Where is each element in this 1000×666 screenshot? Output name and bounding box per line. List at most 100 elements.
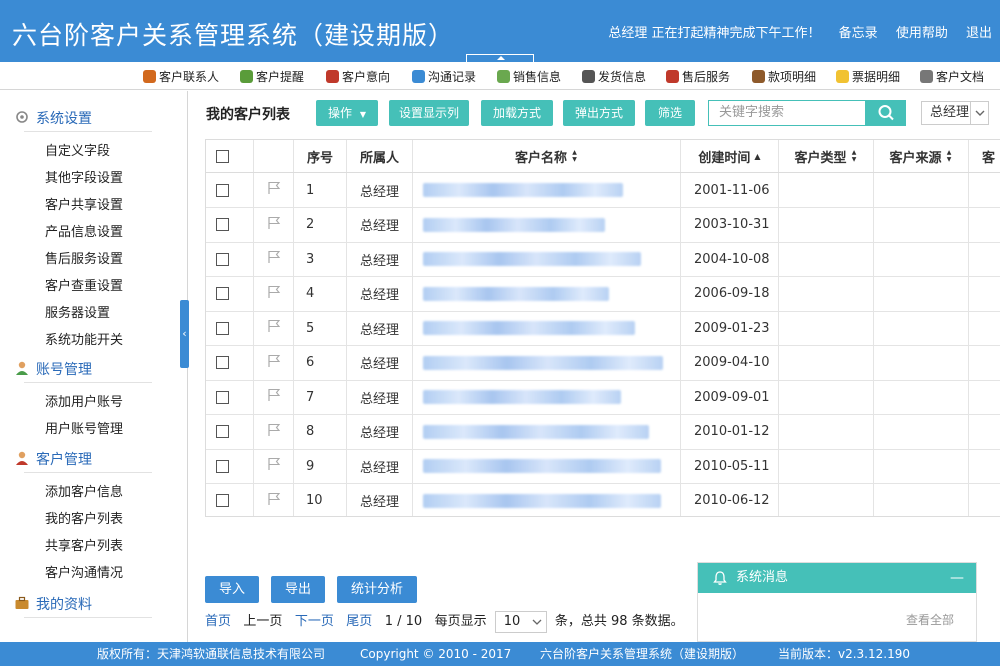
- table-row[interactable]: 10 总经理 2010-06-12: [206, 483, 1000, 516]
- popup-mode-button[interactable]: 弹出方式: [563, 100, 635, 126]
- toolbar-item-9[interactable]: 票据明细: [836, 68, 900, 85]
- per-page-select[interactable]: 10: [494, 610, 547, 633]
- row-checkbox[interactable]: [216, 321, 229, 335]
- sidebar-item[interactable]: 产品信息设置: [45, 221, 123, 240]
- sidebar-group-3[interactable]: 客户管理: [16, 449, 92, 469]
- column-header[interactable]: 所属人: [347, 140, 413, 172]
- customer-name-cell[interactable]: [413, 311, 681, 345]
- last-page-link[interactable]: 尾页: [346, 614, 372, 629]
- flag-icon[interactable]: [266, 181, 282, 199]
- customer-name-cell[interactable]: [413, 242, 681, 276]
- toolbar-item-4[interactable]: 沟通记录: [412, 68, 476, 85]
- collapse-header-toggle[interactable]: [466, 54, 534, 62]
- row-checkbox[interactable]: [216, 183, 229, 197]
- sidebar-item[interactable]: 自定义字段: [45, 140, 110, 159]
- toolbar-item-1[interactable]: 客户联系人: [143, 68, 219, 85]
- sidebar-item[interactable]: 售后服务设置: [45, 248, 123, 267]
- minimize-icon[interactable]: —: [950, 563, 964, 593]
- stats-button[interactable]: 统计分析: [337, 576, 417, 603]
- memo-link[interactable]: 备忘录: [839, 26, 878, 41]
- sidebar-group-1[interactable]: 系统设置: [16, 108, 92, 128]
- flag-icon[interactable]: [266, 319, 282, 337]
- flag-icon[interactable]: [266, 354, 282, 372]
- table-row[interactable]: 3 总经理 2004-10-08: [206, 242, 1000, 277]
- customer-name-cell[interactable]: [413, 414, 681, 449]
- filter-button[interactable]: 筛选: [645, 100, 695, 126]
- toolbar-item-6[interactable]: 发货信息: [582, 68, 646, 85]
- toolbar-item-7[interactable]: 售后服务: [666, 68, 730, 85]
- flag-icon[interactable]: [266, 250, 282, 268]
- table-row[interactable]: 7 总经理 2009-09-01: [206, 380, 1000, 415]
- column-header[interactable]: 客户来源 ▲▼: [874, 140, 969, 172]
- import-button[interactable]: 导入: [205, 576, 259, 603]
- customer-name-cell[interactable]: [413, 483, 681, 516]
- sidebar-item[interactable]: 客户查重设置: [45, 275, 123, 294]
- sidebar-item[interactable]: 客户共享设置: [45, 194, 123, 213]
- row-checkbox[interactable]: [216, 425, 229, 438]
- search-button[interactable]: [866, 100, 906, 126]
- customer-name-cell[interactable]: [413, 276, 681, 311]
- prev-page-link[interactable]: 上一页: [243, 614, 282, 629]
- row-checkbox[interactable]: [216, 356, 229, 369]
- toolbar-item-8[interactable]: 款项明细: [752, 68, 816, 85]
- flag-icon[interactable]: [266, 285, 282, 303]
- sidebar-item[interactable]: 服务器设置: [45, 302, 110, 321]
- display-columns-button[interactable]: 设置显示列: [389, 100, 469, 126]
- sidebar-item[interactable]: 我的客户列表: [45, 508, 123, 527]
- sidebar-group-4[interactable]: 我的资料: [15, 594, 92, 614]
- help-link[interactable]: 使用帮助: [896, 26, 948, 41]
- flag-icon[interactable]: [266, 216, 282, 234]
- toolbar-item-2[interactable]: 客户提醒: [240, 68, 304, 85]
- customer-name-cell[interactable]: [413, 207, 681, 242]
- sidebar-item[interactable]: 用户账号管理: [45, 418, 123, 437]
- table-row[interactable]: 4 总经理 2006-09-18: [206, 276, 1000, 312]
- select-all-checkbox[interactable]: [216, 149, 229, 163]
- sidebar-collapse-handle[interactable]: ‹: [180, 300, 189, 368]
- customer-name-cell[interactable]: [413, 449, 681, 483]
- table-row[interactable]: 2 总经理 2003-10-31: [206, 207, 1000, 243]
- customer-name-cell[interactable]: [413, 345, 681, 380]
- toolbar-item-10[interactable]: 客户文档: [920, 68, 984, 85]
- table-row[interactable]: 5 总经理 2009-01-23: [206, 311, 1000, 346]
- redacted-customer-name: [423, 286, 609, 301]
- operate-button[interactable]: 操作 ▼: [316, 100, 378, 126]
- customer-name-cell[interactable]: [413, 173, 681, 207]
- row-checkbox[interactable]: [216, 287, 229, 300]
- first-page-link[interactable]: 首页: [205, 614, 231, 629]
- row-checkbox[interactable]: [216, 218, 229, 231]
- table-row[interactable]: 8 总经理 2010-01-12: [206, 414, 1000, 450]
- column-header[interactable]: 序号: [294, 140, 347, 172]
- sidebar-item[interactable]: 系统功能开关: [45, 329, 123, 348]
- column-header[interactable]: 客: [969, 140, 1000, 172]
- column-header[interactable]: 客户名称 ▲▼: [413, 140, 681, 172]
- row-checkbox[interactable]: [216, 459, 229, 473]
- row-checkbox[interactable]: [216, 252, 229, 266]
- search-input[interactable]: 关键字搜索: [708, 100, 866, 126]
- column-header[interactable]: 客户类型 ▲▼: [779, 140, 874, 172]
- flag-icon[interactable]: [266, 457, 282, 475]
- flag-icon[interactable]: [266, 423, 282, 441]
- logout-link[interactable]: 退出: [966, 26, 992, 41]
- column-header[interactable]: 创建时间 ▲: [681, 140, 779, 172]
- sidebar-item[interactable]: 客户沟通情况: [45, 562, 123, 581]
- next-page-link[interactable]: 下一页: [295, 614, 334, 629]
- sidebar-item[interactable]: 共享客户列表: [45, 535, 123, 554]
- row-checkbox[interactable]: [216, 390, 229, 404]
- sidebar-group-2[interactable]: 账号管理: [16, 359, 92, 379]
- table-row[interactable]: 9 总经理 2010-05-11: [206, 449, 1000, 484]
- load-mode-button[interactable]: 加载方式: [481, 100, 553, 126]
- toolbar-item-5[interactable]: 销售信息: [497, 68, 561, 85]
- table-row[interactable]: 6 总经理 2009-04-10: [206, 345, 1000, 381]
- sidebar-item[interactable]: 其他字段设置: [45, 167, 123, 186]
- table-row[interactable]: 1 总经理 2001-11-06: [206, 173, 1000, 208]
- flag-icon[interactable]: [266, 388, 282, 406]
- sidebar-item[interactable]: 添加客户信息: [45, 481, 123, 500]
- row-checkbox[interactable]: [216, 494, 229, 507]
- toolbar-item-3[interactable]: 客户意向: [326, 68, 390, 85]
- export-button[interactable]: 导出: [271, 576, 325, 603]
- flag-icon[interactable]: [266, 492, 282, 510]
- sidebar-item[interactable]: 添加用户账号: [45, 391, 123, 410]
- customer-name-cell[interactable]: [413, 380, 681, 414]
- owner-select[interactable]: 总经理: [921, 101, 989, 125]
- view-all-link[interactable]: 查看全部: [906, 611, 954, 628]
